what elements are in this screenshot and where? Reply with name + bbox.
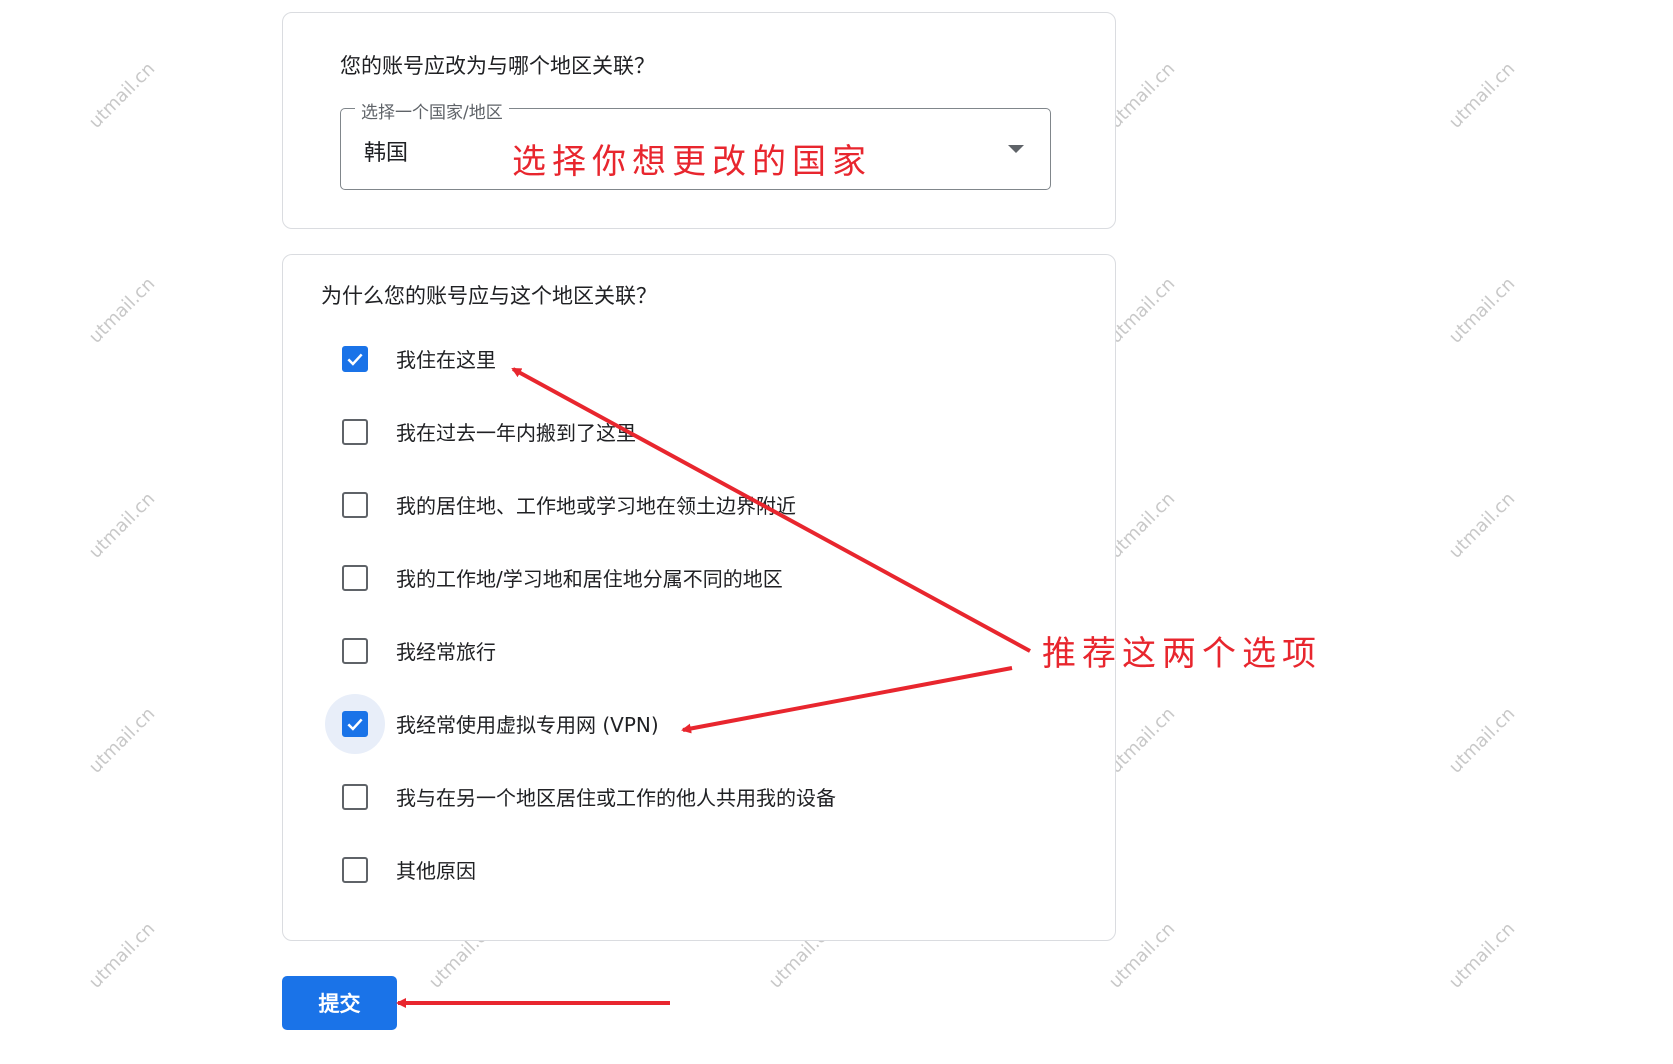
watermark-text: utmail.cn bbox=[84, 703, 160, 778]
watermark-text: utmail.cn bbox=[84, 58, 160, 133]
checkbox[interactable] bbox=[342, 857, 368, 883]
watermark-text: utmail.cn bbox=[1104, 703, 1180, 778]
watermark-text: utmail.cn bbox=[1104, 58, 1180, 133]
reason-option-label: 我的工作地/学习地和居住地分属不同的地区 bbox=[396, 567, 783, 591]
reason-option-label: 我住在这里 bbox=[396, 348, 496, 372]
reason-card: 为什么您的账号应与这个地区关联？ 我住在这里我在过去一年内搬到了这里我的居住地、… bbox=[282, 254, 1116, 941]
checkbox[interactable] bbox=[342, 419, 368, 445]
caret-down-icon[interactable] bbox=[1008, 145, 1024, 153]
watermark-text: utmail.cn bbox=[1444, 918, 1520, 993]
watermark-text: utmail.cn bbox=[1444, 703, 1520, 778]
reason-option[interactable]: 我经常旅行 bbox=[283, 626, 1083, 676]
checkbox-wrap bbox=[325, 767, 385, 827]
watermark-text: utmail.cn bbox=[1104, 273, 1180, 348]
reason-option[interactable]: 我经常使用虚拟专用网 (VPN) bbox=[283, 694, 1083, 754]
watermark-text: utmail.cn bbox=[1444, 58, 1520, 133]
reason-option[interactable]: 我的居住地、工作地或学习地在领土边界附近 bbox=[283, 480, 1083, 530]
reason-option-label: 我经常旅行 bbox=[396, 640, 496, 664]
watermark-text: utmail.cn bbox=[1104, 488, 1180, 563]
watermark-text: utmail.cn bbox=[1444, 488, 1520, 563]
watermark-text: utmail.cn bbox=[84, 273, 160, 348]
reason-option-label: 我的居住地、工作地或学习地在领土边界附近 bbox=[396, 494, 796, 518]
region-question: 您的账号应改为与哪个地区关联？ bbox=[340, 54, 655, 78]
region-card: 您的账号应改为与哪个地区关联？ 选择一个国家/地区 韩国 bbox=[282, 12, 1116, 229]
checkbox[interactable] bbox=[342, 638, 368, 664]
checkbox-wrap bbox=[325, 475, 385, 535]
reason-option-label: 我经常使用虚拟专用网 (VPN) bbox=[396, 713, 659, 737]
select-value: 韩国 bbox=[364, 141, 409, 166]
checkbox-checked[interactable] bbox=[342, 346, 368, 372]
checkbox[interactable] bbox=[342, 565, 368, 591]
watermark-text: utmail.cn bbox=[84, 488, 160, 563]
watermark-text: utmail.cn bbox=[84, 918, 160, 993]
checkbox-wrap bbox=[325, 621, 385, 681]
watermark-text: utmail.cn bbox=[1444, 273, 1520, 348]
checkbox-checked[interactable] bbox=[342, 711, 368, 737]
reason-option[interactable]: 我在过去一年内搬到了这里 bbox=[283, 407, 1083, 457]
checkbox[interactable] bbox=[342, 784, 368, 810]
checkmark-icon bbox=[347, 718, 363, 731]
reason-option[interactable]: 我住在这里 bbox=[283, 334, 1083, 384]
checkbox-wrap bbox=[325, 840, 385, 900]
checkbox-wrap bbox=[325, 402, 385, 462]
reason-option-label: 我与在另一个地区居住或工作的他人共用我的设备 bbox=[396, 786, 836, 810]
reason-question: 为什么您的账号应与这个地区关联？ bbox=[321, 284, 657, 308]
checkbox-wrap bbox=[325, 694, 385, 754]
checkmark-icon bbox=[347, 353, 363, 366]
annotation-country-note: 选择你想更改的国家 bbox=[512, 142, 872, 182]
checkbox-wrap bbox=[325, 329, 385, 389]
checkbox-wrap bbox=[325, 548, 385, 608]
select-label: 选择一个国家/地区 bbox=[355, 98, 509, 123]
watermark-text: utmail.cn bbox=[1104, 918, 1180, 993]
checkbox[interactable] bbox=[342, 492, 368, 518]
annotation-recommend-note: 推荐这两个选项 bbox=[1042, 634, 1322, 674]
reason-option-label: 其他原因 bbox=[396, 859, 476, 883]
reason-option[interactable]: 我与在另一个地区居住或工作的他人共用我的设备 bbox=[283, 772, 1083, 822]
reason-option[interactable]: 其他原因 bbox=[283, 845, 1083, 895]
reason-option[interactable]: 我的工作地/学习地和居住地分属不同的地区 bbox=[283, 553, 1083, 603]
submit-button[interactable]: 提交 bbox=[282, 976, 397, 1030]
reason-option-label: 我在过去一年内搬到了这里 bbox=[396, 421, 636, 445]
